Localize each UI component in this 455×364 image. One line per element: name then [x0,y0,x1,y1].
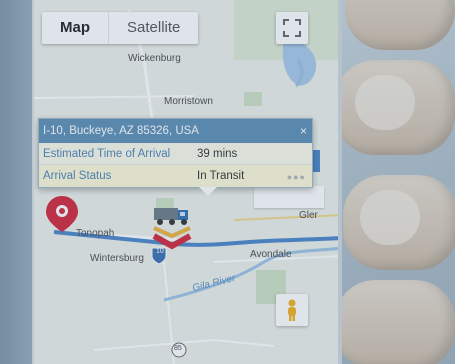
background-hand [335,0,455,364]
eta-value: 39 mins [197,148,238,160]
fullscreen-button[interactable] [276,12,308,44]
more-dots-icon: ●●● [286,172,306,182]
place-label-wintersburg: Wintersburg [90,253,144,264]
info-window-header: I-10, Buckeye, AZ 85326, USA × [39,119,312,143]
info-window-tail [199,187,217,196]
place-label-tonopah: Tonopah [76,228,115,239]
info-window: I-10, Buckeye, AZ 85326, USA × Estimated… [38,118,313,196]
map-canvas[interactable]: Wickenburg Morristown Tonopah Wintersbur… [34,0,338,364]
street-view-button[interactable] [276,294,308,326]
close-icon[interactable]: × [300,119,307,143]
map-type-control: Map Satellite [42,12,199,44]
i10-shield-label: 10 [156,248,164,255]
status-label: Arrival Status [43,170,112,182]
place-label-wickenburg: Wickenburg [128,53,181,64]
us85-shield-label: 85 [174,345,182,352]
screenshot-stage: Wickenburg Morristown Tonopah Wintersbur… [0,0,455,364]
info-row-status: Arrival Status In Transit [39,165,312,187]
place-label-avondale: Avondale [250,249,292,260]
pegman-icon [288,299,296,321]
info-window-title: I-10, Buckeye, AZ 85326, USA [43,125,199,137]
side-card [254,186,324,208]
place-label-morristown: Morristown [164,96,213,107]
map-pin-icon [46,196,78,232]
status-value: In Transit [197,170,245,182]
place-label-glendale: Gler [299,210,318,221]
phone-screen: Wickenburg Morristown Tonopah Wintersbur… [32,0,342,364]
truck-icon [154,208,188,225]
map-type-satellite-button[interactable]: Satellite [109,12,198,44]
map-type-map-button[interactable]: Map [42,12,109,44]
eta-label: Estimated Time of Arrival [43,148,171,160]
fullscreen-icon [283,19,301,37]
info-row-eta: Estimated Time of Arrival 39 mins [39,143,312,165]
